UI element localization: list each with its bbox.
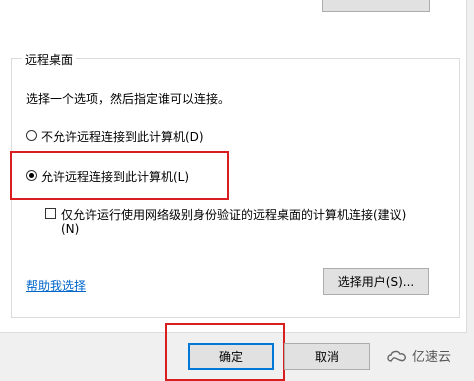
top-partial-button[interactable] [322,0,430,12]
watermark-text: 亿速云 [412,350,452,365]
cloud-logo-icon [387,350,406,362]
deny-remote-label[interactable]: 不允许远程连接到此计算机(D) [41,128,204,145]
instruction-text: 选择一个选项，然后指定谁可以连接。 [26,92,231,106]
help-me-choose-link[interactable]: 帮助我选择 [26,277,86,294]
groupbox-title: 远程桌面 [22,51,77,68]
deny-remote-radio[interactable] [26,130,37,141]
select-users-button[interactable]: 选择用户(S)... [323,268,429,295]
nla-label-line2[interactable]: (N) [61,222,79,236]
nla-checkbox[interactable] [45,208,56,219]
allow-remote-radio[interactable] [26,170,37,181]
watermark: 亿速云 [386,346,451,365]
allow-remote-label[interactable]: 允许远程连接到此计算机(L) [41,168,189,185]
cancel-button[interactable]: 取消 [284,343,370,370]
ok-button[interactable]: 确定 [188,343,274,370]
system-properties-panel: 远程桌面 选择一个选项，然后指定谁可以连接。 不允许远程连接到此计算机(D) 允… [0,0,467,333]
nla-label-line1[interactable]: 仅允许运行使用网络级别身份验证的远程桌面的计算机连接(建议) [61,206,406,223]
